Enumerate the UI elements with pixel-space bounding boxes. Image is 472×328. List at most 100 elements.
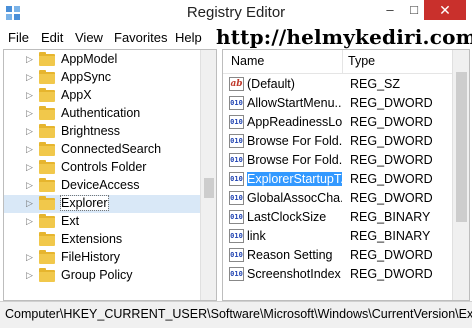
binary-value-icon: 010 xyxy=(229,191,244,205)
value-name: LastClockSize xyxy=(247,210,327,224)
binary-value-icon: 010 xyxy=(229,134,244,148)
tree-item-controls-folder[interactable]: ▷ Controls Folder xyxy=(4,159,200,177)
close-button[interactable]: ✕ xyxy=(424,0,466,20)
column-header-type[interactable]: Type xyxy=(348,54,375,68)
values-list[interactable]: Name Type ab (Default) REG_SZ 010 AllowS… xyxy=(222,49,470,301)
expand-arrow-icon[interactable]: ▷ xyxy=(26,144,33,155)
folder-icon xyxy=(39,268,55,282)
folder-icon xyxy=(39,232,55,246)
folder-icon xyxy=(39,124,55,138)
menu-help[interactable]: Help xyxy=(175,30,202,45)
value-type: REG_DWORD xyxy=(350,191,433,205)
minimize-button[interactable]: – xyxy=(378,0,402,20)
expand-arrow-icon[interactable]: ▷ xyxy=(26,126,33,137)
value-type: REG_DWORD xyxy=(350,248,433,262)
tree-item-label: Ext xyxy=(61,214,80,228)
folder-icon xyxy=(39,106,55,120)
binary-value-icon: 010 xyxy=(229,248,244,262)
tree-item-appx[interactable]: ▷ AppX xyxy=(4,87,200,105)
tree-item-ext[interactable]: ▷ Ext xyxy=(4,213,200,231)
value-name: AppReadinessLo... xyxy=(247,115,342,129)
registry-tree[interactable]: ▷ AppModel ▷ AppSync ▷ AppX ▷ Authentica… xyxy=(3,49,217,301)
tree-scrollbar-thumb[interactable] xyxy=(204,178,214,198)
tree-item-explorer[interactable]: ▷ Explorer xyxy=(4,195,200,213)
binary-value-icon: 010 xyxy=(229,267,244,281)
expand-arrow-icon[interactable]: ▷ xyxy=(26,180,33,191)
tree-item-label: Controls Folder xyxy=(61,160,147,174)
tree-item-filehistory[interactable]: ▷ FileHistory xyxy=(4,249,200,267)
values-scrollbar[interactable] xyxy=(452,50,469,300)
value-row[interactable]: 010 GlobalAssocCha... REG_DWORD xyxy=(223,189,451,208)
menu-view[interactable]: View xyxy=(75,30,103,45)
value-type: REG_DWORD xyxy=(350,134,433,148)
tree-item-group-policy[interactable]: ▷ Group Policy xyxy=(4,267,200,285)
value-row[interactable]: ab (Default) REG_SZ xyxy=(223,75,451,94)
value-name: AllowStartMenu... xyxy=(247,96,342,110)
tree-item-connectedsearch[interactable]: ▷ ConnectedSearch xyxy=(4,141,200,159)
value-type: REG_BINARY xyxy=(350,229,431,243)
value-row[interactable]: 010 AppReadinessLo... REG_DWORD xyxy=(223,113,451,132)
expand-arrow-icon[interactable]: ▷ xyxy=(26,270,33,281)
value-type: REG_DWORD xyxy=(350,153,433,167)
expand-arrow-icon[interactable]: ▷ xyxy=(26,216,33,227)
watermark-text: http://helmykediri.com/ xyxy=(216,25,472,49)
value-row[interactable]: 010 Browse For Fold... REG_DWORD xyxy=(223,151,451,170)
tree-item-label: ConnectedSearch xyxy=(61,142,162,156)
folder-icon xyxy=(39,250,55,264)
values-header: Name Type xyxy=(223,50,469,74)
expand-arrow-icon[interactable]: ▷ xyxy=(26,252,33,263)
status-bar: Computer\HKEY_CURRENT_USER\Software\Micr… xyxy=(0,301,472,328)
title-bar: Registry Editor – □ ✕ xyxy=(0,0,472,28)
value-name: link xyxy=(247,229,266,243)
tree-scrollbar[interactable] xyxy=(200,50,216,300)
expand-arrow-icon[interactable]: ▷ xyxy=(26,108,33,119)
value-row[interactable]: 010 LastClockSize REG_BINARY xyxy=(223,208,451,227)
tree-item-brightness[interactable]: ▷ Brightness xyxy=(4,123,200,141)
string-value-icon: ab xyxy=(229,77,244,91)
tree-item-deviceaccess[interactable]: ▷ DeviceAccess xyxy=(4,177,200,195)
value-row[interactable]: 010 link REG_BINARY xyxy=(223,227,451,246)
menu-file[interactable]: File xyxy=(8,30,29,45)
binary-value-icon: 010 xyxy=(229,96,244,110)
column-header-name[interactable]: Name xyxy=(231,54,264,68)
expand-arrow-icon[interactable]: ▷ xyxy=(26,198,33,209)
registry-path: Computer\HKEY_CURRENT_USER\Software\Micr… xyxy=(5,307,472,321)
value-name: Reason Setting xyxy=(247,248,333,262)
folder-icon xyxy=(39,142,55,156)
folder-icon xyxy=(39,196,55,210)
value-row[interactable]: 010 Browse For Fold... REG_DWORD xyxy=(223,132,451,151)
value-row[interactable]: 010 AllowStartMenu... REG_DWORD xyxy=(223,94,451,113)
folder-icon xyxy=(39,52,55,66)
value-row[interactable]: 010 ScreenshotIndex REG_DWORD xyxy=(223,265,451,284)
value-row-selected[interactable]: 010 ExplorerStartupT... REG_DWORD xyxy=(223,170,451,189)
tree-item-label: Authentication xyxy=(61,106,141,120)
binary-value-icon: 010 xyxy=(229,229,244,243)
tree-item-label: AppX xyxy=(61,88,92,102)
column-divider[interactable] xyxy=(342,50,343,73)
value-type: REG_DWORD xyxy=(350,172,433,186)
tree-item-appsync[interactable]: ▷ AppSync xyxy=(4,69,200,87)
value-type: REG_BINARY xyxy=(350,210,431,224)
tree-item-label: AppModel xyxy=(61,52,118,66)
value-type: REG_SZ xyxy=(350,77,401,91)
tree-item-extensions[interactable]: Extensions xyxy=(4,231,200,249)
value-type: REG_DWORD xyxy=(350,115,433,129)
expand-arrow-icon[interactable]: ▷ xyxy=(26,72,33,83)
folder-icon xyxy=(39,88,55,102)
values-scrollbar-thumb[interactable] xyxy=(456,72,467,222)
value-row[interactable]: 010 Reason Setting REG_DWORD xyxy=(223,246,451,265)
tree-item-label: Brightness xyxy=(61,124,121,138)
value-name: GlobalAssocCha... xyxy=(247,191,342,205)
tree-item-appmodel[interactable]: ▷ AppModel xyxy=(4,51,200,69)
expand-arrow-icon[interactable]: ▷ xyxy=(26,90,33,101)
menu-edit[interactable]: Edit xyxy=(41,30,63,45)
menu-favorites[interactable]: Favorites xyxy=(114,30,167,45)
maximize-button[interactable]: □ xyxy=(402,0,426,20)
tree-item-label: Group Policy xyxy=(61,268,133,282)
tree-item-authentication[interactable]: ▷ Authentication xyxy=(4,105,200,123)
tree-item-label: Explorer xyxy=(60,195,109,211)
tree-item-label: FileHistory xyxy=(61,250,121,264)
value-name: ScreenshotIndex xyxy=(247,267,341,281)
expand-arrow-icon[interactable]: ▷ xyxy=(26,162,33,173)
expand-arrow-icon[interactable]: ▷ xyxy=(26,54,33,65)
